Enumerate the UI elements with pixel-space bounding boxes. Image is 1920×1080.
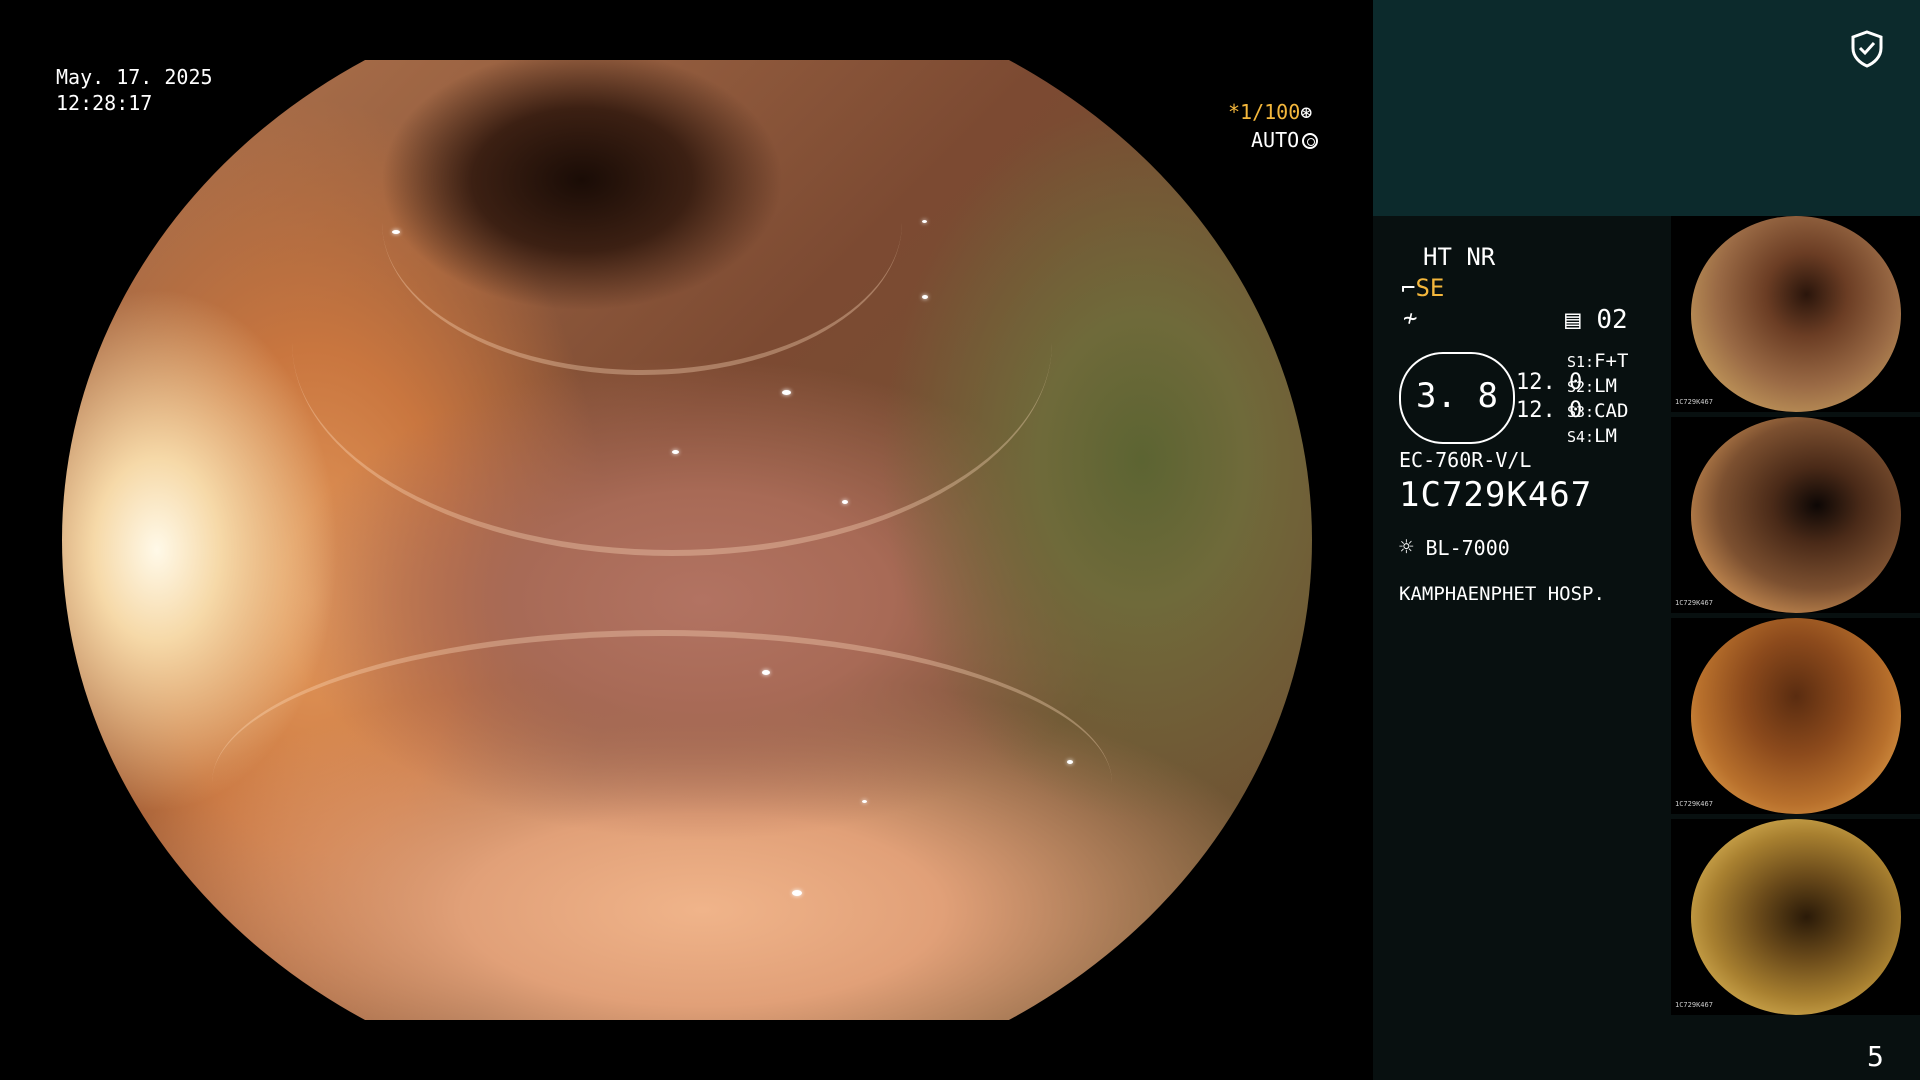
thumbnail-image xyxy=(1691,618,1901,814)
light-reflection xyxy=(762,670,770,675)
light-reflection xyxy=(782,390,791,395)
shield-check-icon xyxy=(1851,30,1883,68)
light-source-model: BL-7000 xyxy=(1425,536,1510,560)
endoscopic-image-circle xyxy=(62,60,1312,1020)
date-label: May. 17. 2025 xyxy=(56,65,213,89)
shutter-readout: *1/100⊛ xyxy=(1228,99,1312,125)
light-reflection xyxy=(842,500,848,504)
thumbnail-label: 1C729K467 xyxy=(1675,398,1713,406)
shutter-value: *1/100 xyxy=(1228,100,1301,124)
memory-icon: ▤ xyxy=(1565,305,1581,335)
thumbnail-image xyxy=(1691,819,1901,1015)
page-number: 5 xyxy=(1867,1040,1884,1073)
light-reflection xyxy=(792,890,802,896)
preset-s1: S1:F+T xyxy=(1567,350,1629,372)
thumbnail-image xyxy=(1691,216,1901,412)
light-reflection xyxy=(392,230,400,234)
light-reflection xyxy=(922,220,927,223)
thumbnail-4[interactable]: 1C729K467 xyxy=(1671,819,1920,1015)
mucosal-fold xyxy=(382,70,902,375)
light-source: ☼ BL-7000 xyxy=(1399,533,1510,561)
thumbnail-3[interactable]: 1C729K467 xyxy=(1671,618,1920,814)
hospital-name: KAMPHAENPHET HOSP. xyxy=(1399,583,1605,605)
gauge-value: 3. 8 xyxy=(1416,376,1498,416)
memory-slot: 02 xyxy=(1596,305,1628,335)
thumbnail-label: 1C729K467 xyxy=(1675,800,1713,808)
time-label: 12:28:17 xyxy=(56,91,153,115)
memory-indicator: ▤ 02 xyxy=(1565,305,1628,335)
info-panel: HT NR ⌐SE ≁ ▤ 02 3. 8 12. 0 12. 0 S1:F+T… xyxy=(1373,0,1920,1080)
endoscopic-image xyxy=(62,60,1312,1020)
freeze-icon: ≁ xyxy=(1403,304,1418,332)
iris-mode: AUTO xyxy=(1251,128,1300,152)
lamp-icon: ☼ xyxy=(1399,533,1414,561)
thumbnail-label: 1C729K467 xyxy=(1675,599,1713,607)
se-label: SE xyxy=(1415,274,1445,302)
structure-enhance: ⌐SE xyxy=(1401,274,1444,302)
light-reflection xyxy=(862,800,867,803)
gauge-frame: 3. 8 xyxy=(1399,352,1515,444)
endoscope-viewport: May. 17. 2025 12:28:17 *1/100⊛ AUTO xyxy=(0,0,1373,1080)
mode-line: HT NR xyxy=(1423,243,1496,271)
scope-model: EC-760R-V/L xyxy=(1399,448,1532,472)
thumbnail-image xyxy=(1691,417,1901,613)
iris-icon: ⊛ xyxy=(1300,100,1313,124)
aperture-icon xyxy=(1302,133,1319,149)
capture-thumbnails: 1C729K467 1C729K467 1C729K467 1C729K467 xyxy=(1671,216,1920,1020)
structure-enhance-icon: ⌐ xyxy=(1401,274,1416,302)
preset-s3: S3:CAD xyxy=(1567,400,1629,422)
preset-s2: S2:LM xyxy=(1567,375,1617,397)
panel-header xyxy=(1373,0,1920,216)
thumbnail-label: 1C729K467 xyxy=(1675,1001,1713,1009)
iris-readout: AUTO xyxy=(1251,127,1319,153)
thumbnail-1[interactable]: 1C729K467 xyxy=(1671,216,1920,412)
scope-serial: 1C729K467 xyxy=(1399,475,1593,515)
light-reflection xyxy=(672,450,679,454)
preset-s4: S4:LM xyxy=(1567,425,1617,447)
light-reflection xyxy=(1067,760,1073,764)
thumbnail-2[interactable]: 1C729K467 xyxy=(1671,417,1920,613)
mucosal-fold xyxy=(212,630,1112,936)
light-reflection xyxy=(922,295,928,299)
